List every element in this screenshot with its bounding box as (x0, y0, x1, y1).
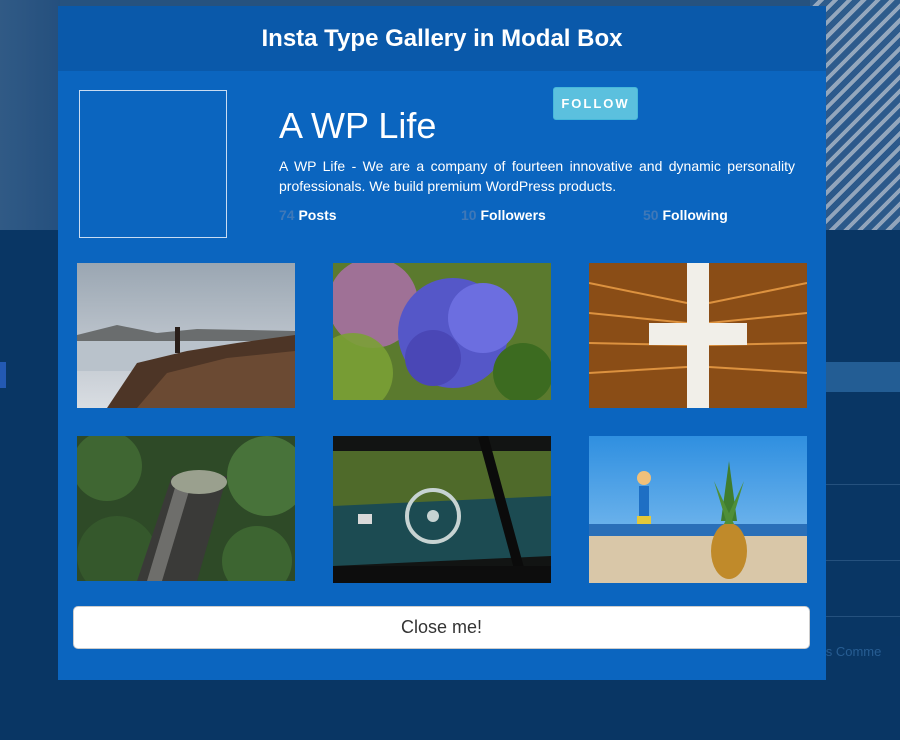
gallery-photo-hydrangea[interactable] (333, 263, 551, 400)
modal-title: Insta Type Gallery in Modal Box (261, 24, 623, 52)
stat-following-label: Following (662, 207, 728, 223)
profile-section: FOLLOW A WP Life A WP Life - We are a co… (58, 71, 826, 251)
stat-followers: 10 Followers (461, 207, 546, 223)
gallery-photo-skyscrapers[interactable] (589, 263, 807, 408)
profile-stats: 74 Posts 10 Followers 50 Following (279, 207, 819, 227)
follow-button[interactable]: FOLLOW (553, 87, 638, 120)
gallery-photo-car-interior[interactable] (333, 436, 551, 583)
stat-posts-label: Posts (298, 207, 337, 223)
gallery-photo-forest-tunnel[interactable] (77, 436, 295, 581)
modal-header: Insta Type Gallery in Modal Box (58, 6, 826, 71)
gallery-photo-lake-shore[interactable] (77, 263, 295, 408)
stat-following: 50 Following (643, 207, 728, 223)
stat-posts: 74 Posts (279, 207, 337, 223)
profile-avatar (79, 90, 227, 238)
profile-description: A WP Life - We are a company of fourteen… (279, 158, 795, 194)
stat-followers-label: Followers (480, 207, 546, 223)
gallery-photo-beach-pineapple[interactable] (589, 436, 807, 583)
gallery-modal: Insta Type Gallery in Modal Box FOLLOW A… (58, 6, 826, 680)
close-button[interactable]: Close me! (73, 606, 810, 649)
stat-following-count: 50 (643, 207, 659, 223)
stat-posts-count: 74 (279, 207, 295, 223)
stat-followers-count: 10 (461, 207, 477, 223)
profile-name: A WP Life (279, 105, 437, 146)
